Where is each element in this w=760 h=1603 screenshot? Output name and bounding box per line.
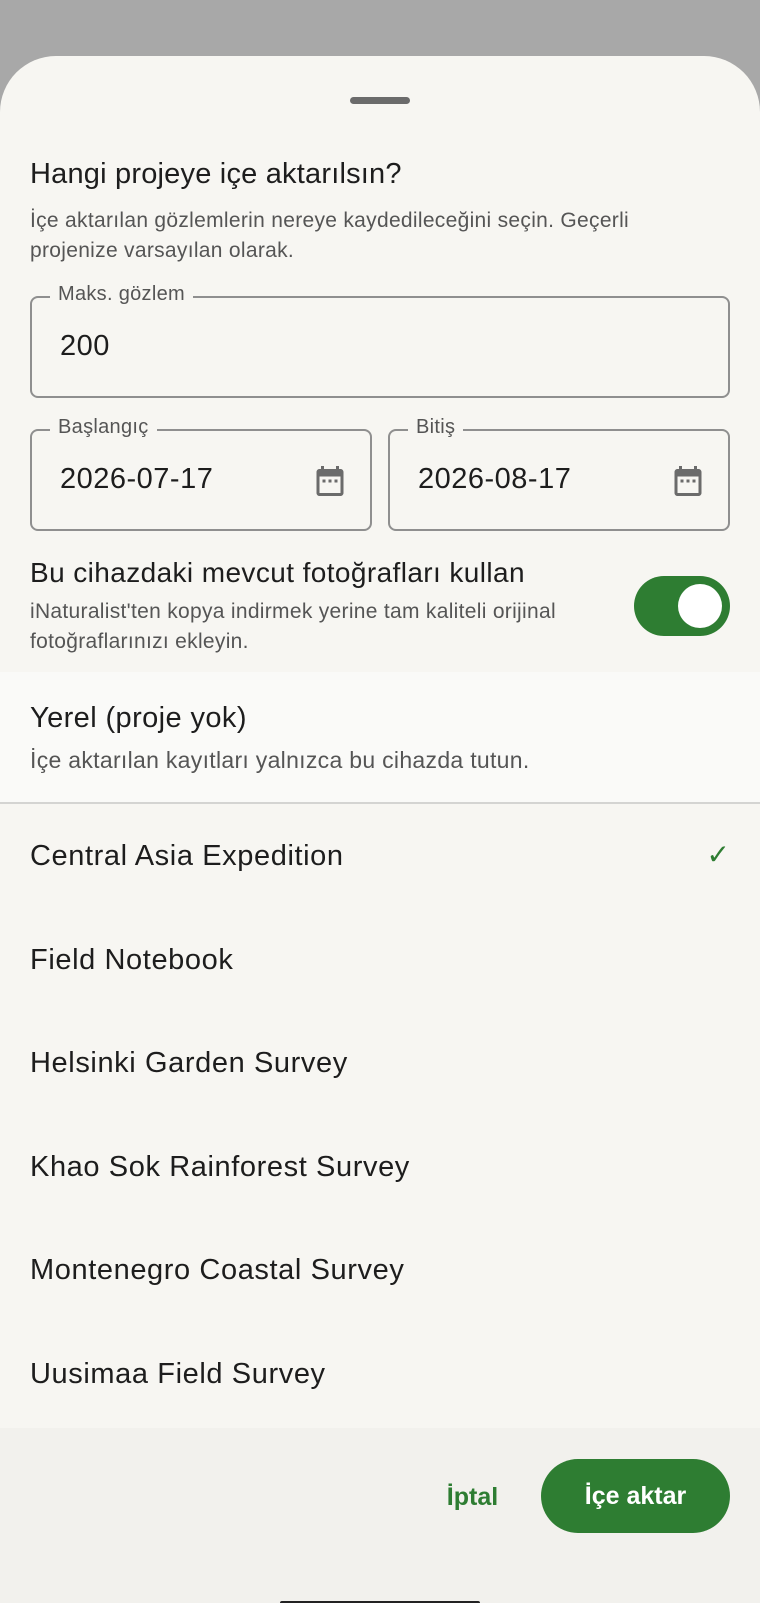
project-list: Yerel (proje yok) İçe aktarılan kayıtlar… — [0, 672, 760, 1425]
project-label: Montenegro Coastal Survey — [30, 1254, 405, 1286]
project-label: Central Asia Expedition — [30, 840, 344, 872]
end-date-value: 2026-08-17 — [418, 463, 572, 495]
project-label: Khao Sok Rainforest Survey — [30, 1150, 410, 1183]
project-item-khao-sok-rainforest-survey[interactable]: Khao Sok Rainforest Survey — [0, 1114, 760, 1218]
project-item-central-asia-expedition[interactable]: Central Asia Expedition ✓ — [0, 804, 760, 908]
use-device-photos-title: Bu cihazdaki mevcut fotoğrafları kullan — [30, 557, 525, 588]
project-item-field-notebook[interactable]: Field Notebook — [0, 907, 760, 1011]
local-option-description: İçe aktarılan kayıtları yalnızca bu ciha… — [30, 747, 530, 773]
check-icon: ✓ — [706, 839, 730, 870]
end-date-field[interactable]: Bitiş 2026-08-17 — [388, 416, 730, 531]
use-device-photos-toggle[interactable] — [634, 576, 730, 636]
local-option-title: Yerel (proje yok) — [30, 702, 247, 734]
project-label: Field Notebook — [30, 943, 234, 976]
import-button[interactable]: İçe aktar — [541, 1459, 730, 1533]
project-item-helsinki-garden-survey[interactable]: Helsinki Garden Survey — [0, 1011, 760, 1115]
max-observations-label: Maks. gözlem — [50, 283, 193, 306]
max-observations-field[interactable]: Maks. gözlem 200 — [30, 283, 730, 398]
project-label: Uusimaa Field Survey — [30, 1357, 326, 1390]
start-date-value: 2026-07-17 — [60, 463, 214, 495]
project-item-montenegro-coastal-survey[interactable]: Montenegro Coastal Survey — [0, 1218, 760, 1322]
drag-handle[interactable] — [350, 97, 410, 104]
calendar-icon[interactable] — [312, 462, 348, 500]
use-device-photos-description: iNaturalist'ten kopya indirmek yerine ta… — [30, 600, 556, 653]
toggle-knob — [678, 584, 722, 628]
action-footer: İptal İçe aktar — [0, 1428, 760, 1603]
calendar-icon[interactable] — [670, 462, 706, 500]
bottom-sheet: Hangi projeye içe aktarılsın? İçe aktarı… — [0, 56, 760, 1603]
start-date-label: Başlangıç — [50, 416, 157, 439]
cancel-button[interactable]: İptal — [430, 1472, 515, 1522]
local-option-item[interactable]: Yerel (proje yok) İçe aktarılan kayıtlar… — [0, 672, 760, 804]
max-observations-value: 200 — [60, 330, 110, 362]
start-date-field[interactable]: Başlangıç 2026-07-17 — [30, 416, 372, 531]
project-label: Helsinki Garden Survey — [30, 1047, 348, 1079]
sheet-title: Hangi projeye içe aktarılsın? — [30, 158, 402, 190]
end-date-label: Bitiş — [408, 416, 464, 439]
sheet-subtitle: İçe aktarılan gözlemlerin nereye kaydedi… — [30, 209, 630, 262]
project-item-uusimaa-field-survey[interactable]: Uusimaa Field Survey — [0, 1321, 760, 1425]
